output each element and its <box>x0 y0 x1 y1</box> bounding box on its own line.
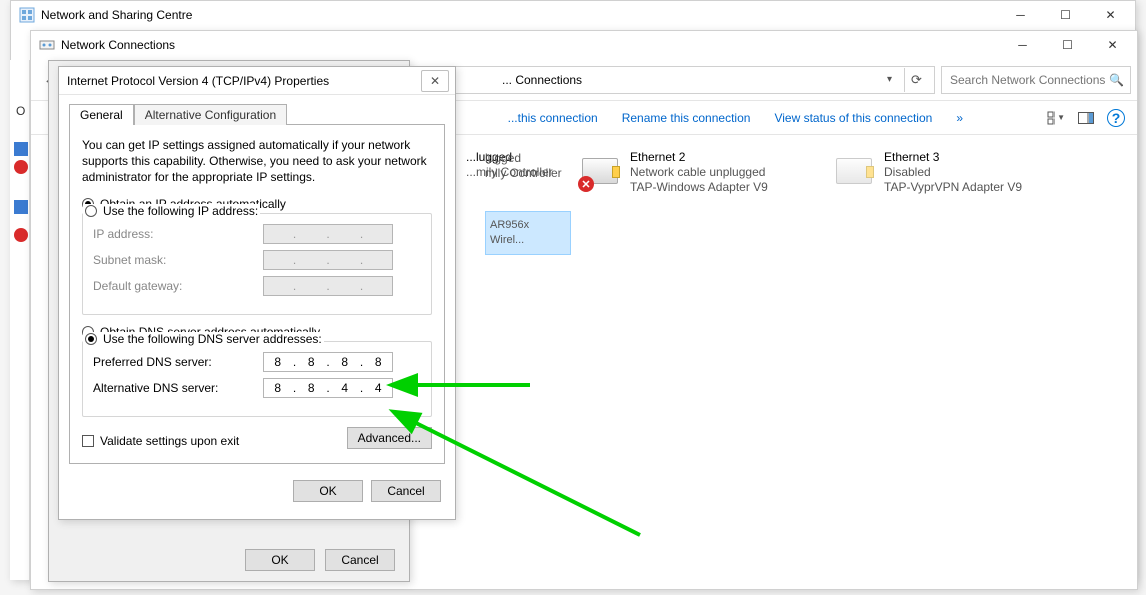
view-status-link[interactable]: View status of this connection <box>764 101 942 134</box>
chevron-down-icon[interactable]: ▾ <box>887 74 892 85</box>
nic-icon: ✕ <box>582 150 622 190</box>
connection-device-partial: AR956x Wirel... <box>490 218 562 248</box>
label-default-gateway: Default gateway: <box>93 279 263 293</box>
input-preferred-dns[interactable]: 8. 8. 8. 8 <box>263 352 393 372</box>
titlebar[interactable]: Network Connections ─ ☐ ✕ <box>31 31 1137 59</box>
view-icon <box>1047 111 1055 125</box>
radio-use-static-dns[interactable]: Use the following DNS server addresses: <box>83 332 324 346</box>
refresh-button[interactable]: ⟳ <box>904 68 928 92</box>
ok-button[interactable]: OK <box>245 549 315 571</box>
maximize-button[interactable]: ☐ <box>1043 2 1088 28</box>
label-preferred-dns: Preferred DNS server: <box>93 355 263 369</box>
rename-connection-link[interactable]: Rename this connection <box>612 101 761 134</box>
network-connections-icon <box>39 37 55 53</box>
connection-item-wifi-selected[interactable]: AR956x Wirel... <box>485 211 571 255</box>
preview-pane-button[interactable] <box>1073 105 1099 131</box>
help-button[interactable]: ? <box>1103 105 1129 131</box>
help-icon: ? <box>1107 109 1125 127</box>
minimize-button[interactable]: ─ <box>1000 32 1045 58</box>
radio-icon <box>85 333 97 345</box>
nic-icon <box>836 150 876 190</box>
titlebar[interactable]: Internet Protocol Version 4 (TCP/IPv4) P… <box>59 67 455 95</box>
chevron-down-icon: ▼ <box>1057 113 1065 122</box>
diagnose-connection-link[interactable]: ...this connection <box>498 101 608 134</box>
close-button[interactable]: ✕ <box>1088 2 1133 28</box>
connection-status-partial: lugged <box>485 151 575 166</box>
checkbox-label: Validate settings upon exit <box>100 434 239 448</box>
obscured-icon <box>14 160 28 174</box>
preview-pane-icon <box>1078 112 1094 124</box>
connection-name: Ethernet 2 <box>630 150 768 165</box>
window-title: Network and Sharing Centre <box>41 8 192 22</box>
input-ip-address: ... <box>263 224 393 244</box>
input-subnet-mask: ... <box>263 250 393 270</box>
label-alternative-dns: Alternative DNS server: <box>93 381 263 395</box>
obscured-icon <box>14 142 28 156</box>
close-button[interactable]: ✕ <box>421 70 449 92</box>
dialog-title: Internet Protocol Version 4 (TCP/IPv4) P… <box>67 74 329 88</box>
search-input[interactable] <box>948 72 1109 88</box>
ipv4-properties-dialog: Internet Protocol Version 4 (TCP/IPv4) P… <box>58 66 456 520</box>
connection-item-ethernet2[interactable]: ✕ Ethernet 2 Network cable unplugged TAP… <box>577 145 817 200</box>
search-box[interactable]: 🔍 <box>941 66 1131 94</box>
tab-alternative-configuration[interactable]: Alternative Configuration <box>134 104 287 125</box>
control-panel-icon <box>19 7 35 23</box>
radio-icon <box>85 205 97 217</box>
minimize-button[interactable]: ─ <box>998 2 1043 28</box>
radio-label: Use the following DNS server addresses: <box>103 332 322 346</box>
search-icon[interactable]: 🔍 <box>1109 73 1124 87</box>
connection-item-ethernet3[interactable]: Ethernet 3 Disabled TAP-VyprVPN Adapter … <box>831 145 1081 200</box>
obscured-sidebar-strip: O <box>10 60 30 580</box>
more-commands[interactable]: » <box>946 101 973 134</box>
connection-device: TAP-Windows Adapter V9 <box>630 180 768 195</box>
obscured-text: O <box>16 104 25 118</box>
advanced-button[interactable]: Advanced... <box>347 427 432 449</box>
close-button[interactable]: ✕ <box>1090 32 1135 58</box>
connection-status: Disabled <box>884 165 1022 180</box>
tab-general[interactable]: General <box>69 104 134 125</box>
connection-name: Ethernet 3 <box>884 150 1022 165</box>
radio-use-static-ip[interactable]: Use the following IP address: <box>83 204 260 218</box>
checkbox-icon <box>82 435 94 447</box>
cancel-button[interactable]: Cancel <box>371 480 441 502</box>
unplugged-icon: ✕ <box>578 176 594 192</box>
description-text: You can get IP settings assigned automat… <box>82 137 432 185</box>
connection-device: TAP-VyprVPN Adapter V9 <box>884 180 1022 195</box>
connection-item-ethernet-partial[interactable]: lugged mily Controller <box>485 151 575 181</box>
maximize-button[interactable]: ☐ <box>1045 32 1090 58</box>
window-title: Network Connections <box>61 38 175 52</box>
obscured-icon <box>14 200 28 214</box>
ok-button[interactable]: OK <box>293 480 363 502</box>
tab-panel-general: You can get IP settings assigned automat… <box>69 124 445 464</box>
radio-label: Use the following IP address: <box>103 204 258 218</box>
label-ip-address: IP address: <box>93 227 263 241</box>
view-options-button[interactable]: ▼ <box>1043 105 1069 131</box>
checkbox-validate-on-exit[interactable]: Validate settings upon exit <box>82 434 239 448</box>
connection-device-partial: mily Controller <box>485 166 575 181</box>
label-subnet-mask: Subnet mask: <box>93 253 263 267</box>
tab-strip: General Alternative Configuration <box>59 95 455 124</box>
breadcrumb: ... Connections <box>502 73 582 87</box>
input-alternative-dns[interactable]: 8. 8. 4. 4 <box>263 378 393 398</box>
cancel-button[interactable]: Cancel <box>325 549 395 571</box>
titlebar[interactable]: Network and Sharing Centre ─ ☐ ✕ <box>11 1 1135 29</box>
connection-status: Network cable unplugged <box>630 165 768 180</box>
obscured-icon <box>14 228 28 242</box>
input-default-gateway: ... <box>263 276 393 296</box>
